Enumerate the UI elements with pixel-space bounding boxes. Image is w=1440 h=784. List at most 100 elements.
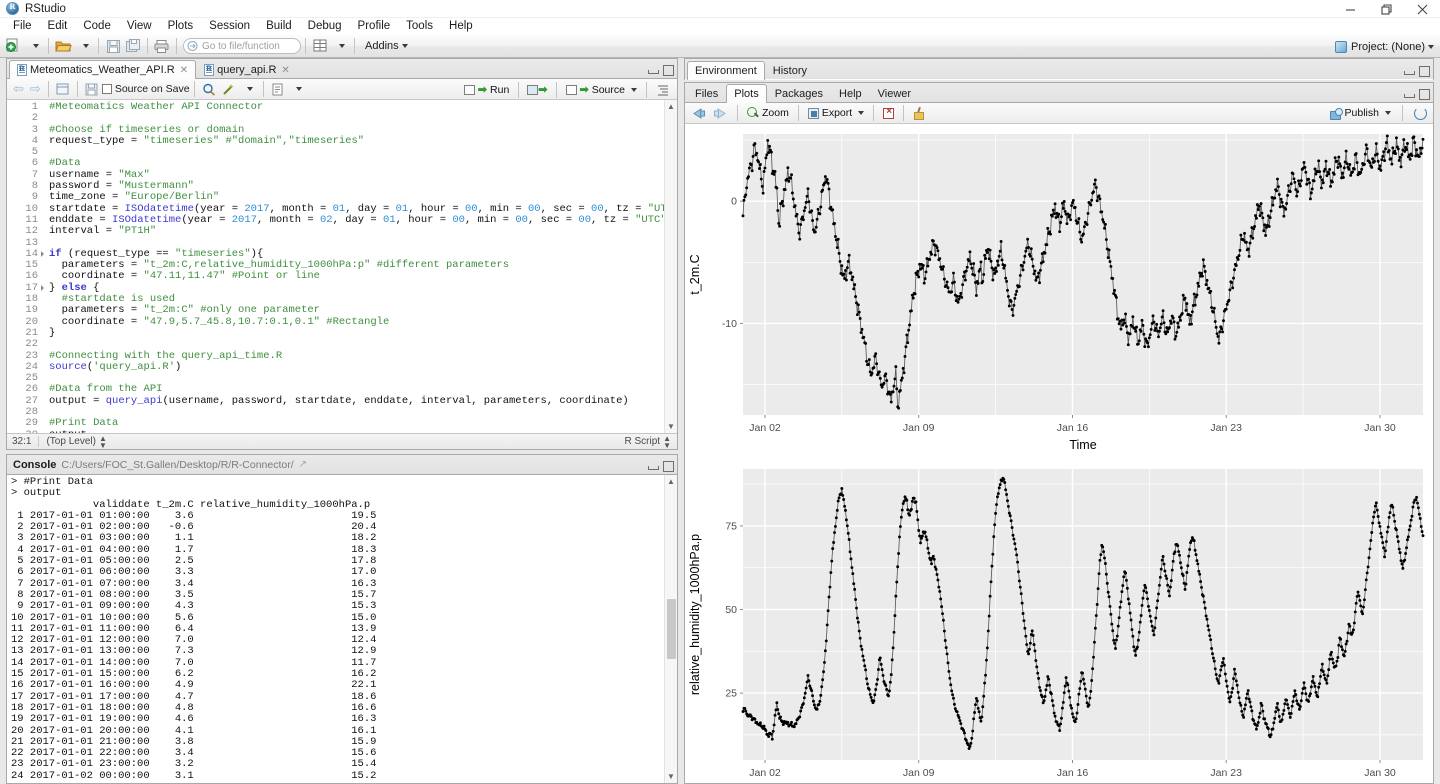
line-number: 29 [25, 417, 38, 430]
save-icon[interactable] [82, 79, 102, 99]
menu-code[interactable]: Code [75, 18, 119, 35]
tab-plots-label: Plots [734, 88, 759, 100]
zoom-plot-button[interactable]: Zoom [745, 107, 791, 119]
minimize-button[interactable] [1332, 0, 1368, 18]
scope-chevron-icon[interactable]: ▲ ▼ [99, 434, 107, 449]
next-plot-button[interactable] [711, 107, 730, 120]
scroll-down-arrow[interactable]: ▼ [667, 772, 675, 781]
tab-files[interactable]: Files [687, 84, 726, 103]
console-output-text[interactable]: > #Print Data > output validdate t_2m.C … [7, 475, 664, 783]
zoom-label: Zoom [762, 107, 789, 119]
save-all-icon[interactable] [123, 36, 143, 56]
maximize-pane-icon[interactable] [1418, 66, 1430, 77]
maximize-pane-icon[interactable] [662, 461, 674, 472]
menu-view[interactable]: View [119, 18, 160, 35]
menu-file[interactable]: File [5, 18, 40, 35]
main-toolbar: Go to file/function Addins Project: (Non… [0, 35, 1440, 58]
forward-arrow-icon[interactable]: ⇨ [27, 81, 44, 97]
tab-packages[interactable]: Packages [767, 84, 831, 103]
pane-layout-dropdown[interactable] [330, 36, 350, 56]
toolbar-divider [98, 38, 99, 54]
maximize-button[interactable] [1368, 0, 1404, 18]
new-file-dropdown[interactable] [24, 36, 44, 56]
minimize-pane-icon[interactable] [647, 461, 659, 471]
scroll-down-arrow[interactable]: ▼ [667, 422, 675, 431]
console-working-directory[interactable]: C:/Users/FOC_St.Gallen/Desktop/R/R-Conne… [61, 459, 293, 471]
menu-edit[interactable]: Edit [40, 18, 76, 35]
compile-report-dropdown[interactable] [288, 79, 308, 99]
show-in-new-window-icon[interactable] [53, 79, 73, 99]
plots-tabstrip: Files Plots Packages Help Viewer [685, 83, 1433, 103]
minimize-pane-icon[interactable] [1403, 66, 1415, 76]
open-folder-icon[interactable] [53, 36, 74, 56]
tab-history[interactable]: History [765, 61, 815, 80]
console-pane-controls [647, 461, 674, 472]
maximize-pane-icon[interactable] [1418, 89, 1430, 100]
compile-report-icon[interactable] [268, 79, 288, 99]
project-icon [1335, 40, 1348, 53]
minimize-pane-icon[interactable] [1403, 89, 1415, 99]
minimize-pane-icon[interactable] [647, 65, 659, 75]
checkbox-icon [101, 84, 112, 94]
svg-text:Jan 23: Jan 23 [1210, 422, 1242, 434]
refresh-plot-button[interactable] [1412, 106, 1429, 120]
svg-text:Jan 30: Jan 30 [1364, 422, 1396, 434]
scroll-up-arrow[interactable]: ▲ [667, 477, 675, 486]
scroll-up-arrow[interactable]: ▲ [667, 102, 675, 111]
editor-tab-meteomatics[interactable]: R Meteomatics_Weather_API.R ✕ [9, 60, 197, 79]
editor-vertical-scrollbar[interactable]: ▲ ▼ [664, 100, 677, 433]
new-file-icon[interactable] [4, 36, 24, 56]
code-tools-dropdown[interactable] [239, 79, 259, 99]
tab-viewer[interactable]: Viewer [870, 84, 919, 103]
console-header: Console C:/Users/FOC_St.Gallen/Desktop/R… [7, 455, 677, 475]
plots-display-area[interactable]: -10 0 Jan 02 Jan 09 Jan 16 Jan 23 Jan 30 Time t_… [685, 124, 1433, 783]
console-vertical-scrollbar[interactable]: ▲ ▼ [664, 475, 677, 783]
doc-type-selector[interactable]: R Script ▲ ▼ [624, 434, 671, 449]
menu-build[interactable]: Build [258, 18, 300, 35]
run-button[interactable]: ➡ Run [461, 83, 512, 96]
clear-all-plots-button[interactable] [911, 107, 926, 120]
addins-button[interactable]: Addins [365, 40, 408, 52]
remove-plot-button[interactable] [881, 106, 896, 119]
scope-selector[interactable]: (Top Level) [46, 436, 95, 447]
menu-help[interactable]: Help [441, 18, 481, 35]
close-tab-icon[interactable]: ✕ [180, 65, 188, 76]
close-tab-icon[interactable]: ✕ [281, 65, 289, 76]
tab-plots[interactable]: Plots [726, 84, 767, 103]
source-button[interactable]: ➡ Source [563, 83, 641, 96]
previous-plot-button[interactable] [689, 107, 708, 120]
goto-file-function-input[interactable]: Go to file/function [183, 38, 301, 54]
menu-plots[interactable]: Plots [160, 18, 202, 35]
maximize-pane-icon[interactable] [662, 65, 674, 76]
menu-profile[interactable]: Profile [350, 18, 399, 35]
search-icon[interactable] [199, 79, 219, 99]
menu-session[interactable]: Session [201, 18, 258, 35]
save-icon[interactable] [103, 36, 123, 56]
tab-help[interactable]: Help [831, 84, 870, 103]
line-number: 19 [25, 304, 38, 317]
menu-tools[interactable]: Tools [398, 18, 441, 35]
back-arrow-icon[interactable]: ⇦ [10, 81, 27, 97]
editor-tab-query-api[interactable]: R query_api.R ✕ [196, 60, 298, 79]
pane-layout-icon[interactable] [310, 36, 330, 56]
source-code-text[interactable]: #Meteomatics Weather API Connector #Choo… [41, 100, 664, 433]
document-outline-icon[interactable] [653, 80, 673, 100]
export-plot-button[interactable]: Export [806, 107, 866, 119]
svg-text:25: 25 [725, 688, 737, 700]
open-in-explorer-icon[interactable]: ↗ [299, 459, 307, 470]
source-on-save-checkbox[interactable]: Source on Save [101, 83, 190, 95]
code-editor-area[interactable]: 1 2 3 4 5 6 7 8 9 10 11 12 13 14 15 16 17 18 19 20 21 22 23 24 2… [7, 100, 677, 433]
rerun-button[interactable]: ➡ [525, 80, 549, 100]
doc-type-label: R Script [624, 436, 661, 447]
menu-debug[interactable]: Debug [300, 18, 350, 35]
tab-environment[interactable]: Environment [687, 61, 765, 80]
publish-button[interactable]: Publish [1328, 107, 1393, 120]
source-arrow-icon: ➡ [579, 84, 589, 96]
close-button[interactable] [1404, 0, 1440, 18]
open-file-dropdown[interactable] [74, 36, 94, 56]
magic-wand-icon[interactable] [219, 79, 239, 99]
project-selector[interactable]: Project: (None) [1335, 35, 1434, 58]
print-icon[interactable] [152, 36, 172, 56]
doc-type-chevron-icon[interactable]: ▲ ▼ [663, 434, 671, 449]
console-body[interactable]: > #Print Data > output validdate t_2m.C … [7, 475, 677, 783]
